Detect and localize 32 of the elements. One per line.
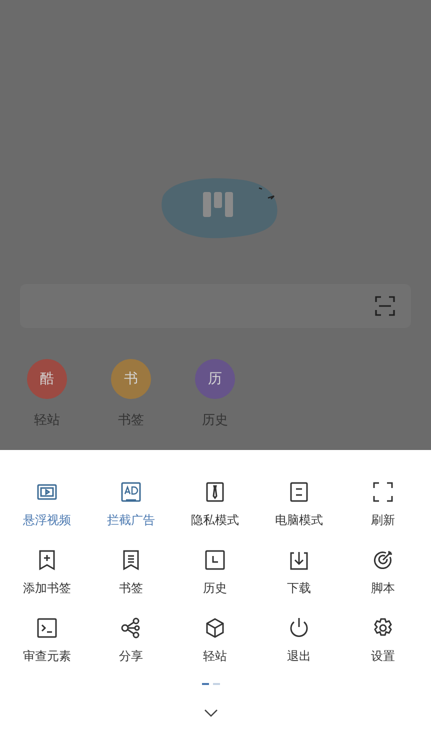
menu-item[interactable]: 退出 (257, 617, 341, 665)
menu-item[interactable]: 电脑模式 (257, 481, 341, 529)
cube-icon (204, 617, 226, 639)
target-icon (372, 549, 394, 571)
settings-icon (372, 617, 394, 639)
desktop-icon (288, 481, 310, 503)
page-indicator[interactable] (202, 683, 208, 685)
menu-item[interactable]: 悬浮视频 (5, 481, 89, 529)
share-icon (120, 617, 142, 639)
menu-item[interactable]: 轻站 (173, 617, 257, 665)
clock-icon (204, 549, 226, 571)
menu-item[interactable]: 刷新 (341, 481, 425, 529)
collapse-chevron-icon[interactable] (204, 709, 218, 717)
shortcut-icon[interactable]: 历 (195, 359, 235, 399)
power-icon (288, 617, 310, 639)
shortcut-icon[interactable]: 酷 (27, 359, 67, 399)
scan-icon[interactable] (375, 296, 395, 316)
menu-item[interactable]: 审查元素 (5, 617, 89, 665)
download-icon (288, 549, 310, 571)
refresh-icon (372, 481, 394, 503)
tie-icon (204, 481, 226, 503)
ad-icon (120, 481, 142, 503)
terminal-icon (36, 617, 58, 639)
menu-item[interactable]: 脚本 (341, 549, 425, 597)
menu-item[interactable]: 历史 (173, 549, 257, 597)
menu-item[interactable]: 隐私模式 (173, 481, 257, 529)
menu-item[interactable]: 拦截广告 (89, 481, 173, 529)
menu-item[interactable]: 设置 (341, 617, 425, 665)
menu-item[interactable]: 分享 (89, 617, 173, 665)
menu-item[interactable]: 下载 (257, 549, 341, 597)
menu-item[interactable]: 书签 (89, 549, 173, 597)
menu-item[interactable]: 添加书签 (5, 549, 89, 597)
